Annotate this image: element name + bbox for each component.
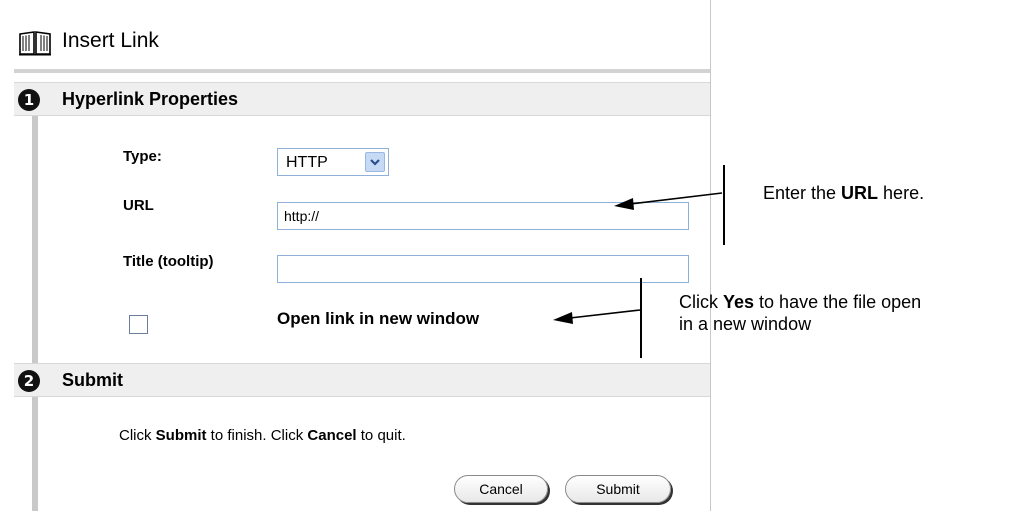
yes-callout-text: Click Yes to have the file open in a new… bbox=[679, 292, 922, 334]
yes-arrow-head bbox=[553, 312, 573, 324]
url-callout-text: Enter the URL here. bbox=[763, 183, 925, 203]
callout-arrows bbox=[553, 192, 723, 324]
url-arrow bbox=[629, 192, 723, 205]
url-arrow-head bbox=[614, 198, 634, 210]
yes-arrow bbox=[569, 309, 641, 319]
